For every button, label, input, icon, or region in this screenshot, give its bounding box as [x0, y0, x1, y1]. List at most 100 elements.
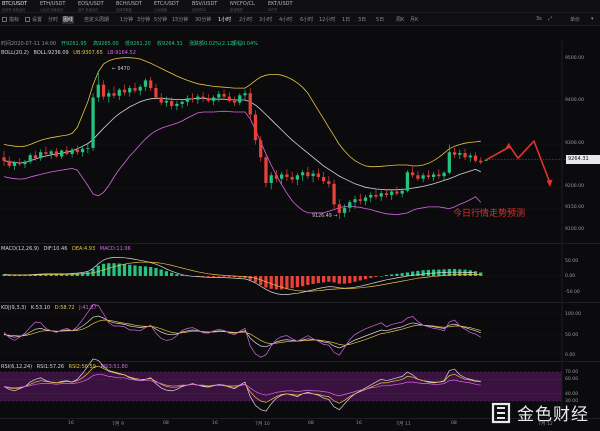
candle-body — [390, 191, 394, 195]
macd-histogram-bar — [65, 274, 69, 276]
macd-histogram-bar — [248, 276, 252, 280]
time-tick: 16 — [68, 421, 74, 426]
low-price-value: 9126.49 — [312, 214, 332, 219]
macd-histogram-bar — [138, 266, 142, 276]
macd-histogram-bar — [458, 269, 462, 276]
candle-body — [54, 151, 59, 157]
macd-histogram-bar — [175, 274, 179, 276]
candle-body — [311, 173, 315, 177]
candle-body — [431, 174, 436, 177]
candle-body — [143, 80, 148, 87]
watermark-text: 金色财经 — [517, 405, 589, 425]
time-tick: 7月 10 — [255, 422, 270, 427]
price-tick: 9400.00 — [565, 98, 584, 103]
candle-body — [60, 150, 64, 157]
jinse-logo-icon — [491, 402, 511, 424]
macd-histogram-bar — [374, 276, 378, 277]
macd-histogram-bar — [128, 264, 132, 276]
macd-histogram-bar — [149, 267, 153, 276]
candle-body — [128, 88, 132, 93]
kdj-tick: 0.00 — [565, 353, 576, 358]
candle-body — [75, 149, 79, 153]
candle-body — [196, 96, 200, 100]
candle-body — [264, 157, 268, 183]
candle-body — [400, 190, 404, 194]
macd-histogram-bar — [473, 271, 478, 276]
candle-body — [107, 93, 111, 97]
candle-body — [243, 93, 247, 96]
time-tick: 08 — [451, 421, 457, 426]
macd-histogram-bar — [107, 263, 111, 276]
macd-histogram-bar — [395, 273, 399, 276]
candle-body — [190, 98, 195, 100]
candle-body — [384, 193, 389, 195]
candle-body — [348, 202, 352, 208]
low-price-marker: 9126.49 → — [312, 214, 338, 219]
candle-body — [112, 93, 116, 96]
candle-body — [332, 183, 336, 205]
high-price-value: 9470 — [117, 67, 130, 72]
macd-histogram-bar — [369, 276, 373, 278]
macd-histogram-bar — [353, 276, 357, 282]
time-tick: 7月 9 — [112, 422, 124, 427]
candle-body — [65, 150, 69, 154]
boll-lower-band — [3, 110, 482, 216]
rsi-tick: 70.00 — [565, 370, 579, 375]
candle-body — [217, 94, 221, 98]
candle-body — [269, 175, 273, 183]
candle-body — [327, 181, 331, 184]
candle-body — [44, 152, 48, 154]
candle-body — [321, 176, 326, 182]
candle-body — [358, 199, 362, 201]
macd-histogram-bar — [332, 276, 336, 283]
candle-body — [23, 161, 27, 165]
candle-body — [353, 199, 357, 203]
macd-histogram-bar — [342, 276, 347, 284]
forecast-arrowhead — [505, 142, 512, 149]
forecast-path — [485, 140, 551, 184]
high-price-marker: ← 9470 — [112, 67, 130, 72]
time-tick: 7月 11 — [396, 422, 411, 427]
candle-body — [473, 155, 478, 161]
candle-body — [164, 100, 169, 103]
candle-body — [222, 94, 226, 97]
candle-body — [28, 155, 32, 162]
macd-histogram-bar — [306, 276, 310, 285]
macd-dea-line — [4, 261, 481, 292]
trading-app: BTC/USDT 比特币·永续合约 ETH/USDT 以太坊·永续合约 EOS/USDT… — [0, 0, 600, 431]
price-tick: 9200.00 — [565, 184, 584, 189]
candle-body — [159, 97, 163, 103]
candle-body — [18, 162, 22, 165]
candle-body — [458, 153, 462, 155]
macd-histogram-bar — [253, 276, 258, 283]
candle-body — [101, 84, 106, 97]
candle-body — [363, 197, 368, 201]
candle-body — [138, 86, 142, 91]
forecast-arrowhead — [546, 179, 553, 187]
macd-histogram-bar — [301, 276, 305, 287]
candle-body — [259, 140, 263, 158]
candle-body — [7, 160, 11, 166]
candle-body — [416, 175, 420, 179]
macd-histogram-bar — [222, 276, 226, 277]
macd-histogram-bar — [348, 276, 352, 284]
macd-histogram-bar — [384, 275, 389, 276]
macd-histogram-bar — [217, 276, 221, 277]
macd-histogram-bar — [400, 273, 404, 276]
candle-body — [463, 153, 467, 158]
time-tick: 16 — [356, 421, 362, 426]
candle-body — [379, 193, 383, 197]
candle-body — [39, 152, 43, 159]
macd-histogram-bar — [133, 265, 137, 276]
macd-histogram-bar — [211, 276, 216, 277]
candle-body — [280, 174, 284, 179]
candle-body — [395, 191, 399, 194]
candle-body — [447, 152, 451, 173]
candle-body — [170, 100, 174, 107]
macd-histogram-bar — [358, 276, 362, 281]
macd-histogram-bar — [390, 274, 394, 276]
candle-body — [290, 176, 294, 180]
macd-histogram-bar — [86, 272, 90, 276]
candle-body — [80, 148, 85, 153]
candle-body — [2, 157, 6, 161]
